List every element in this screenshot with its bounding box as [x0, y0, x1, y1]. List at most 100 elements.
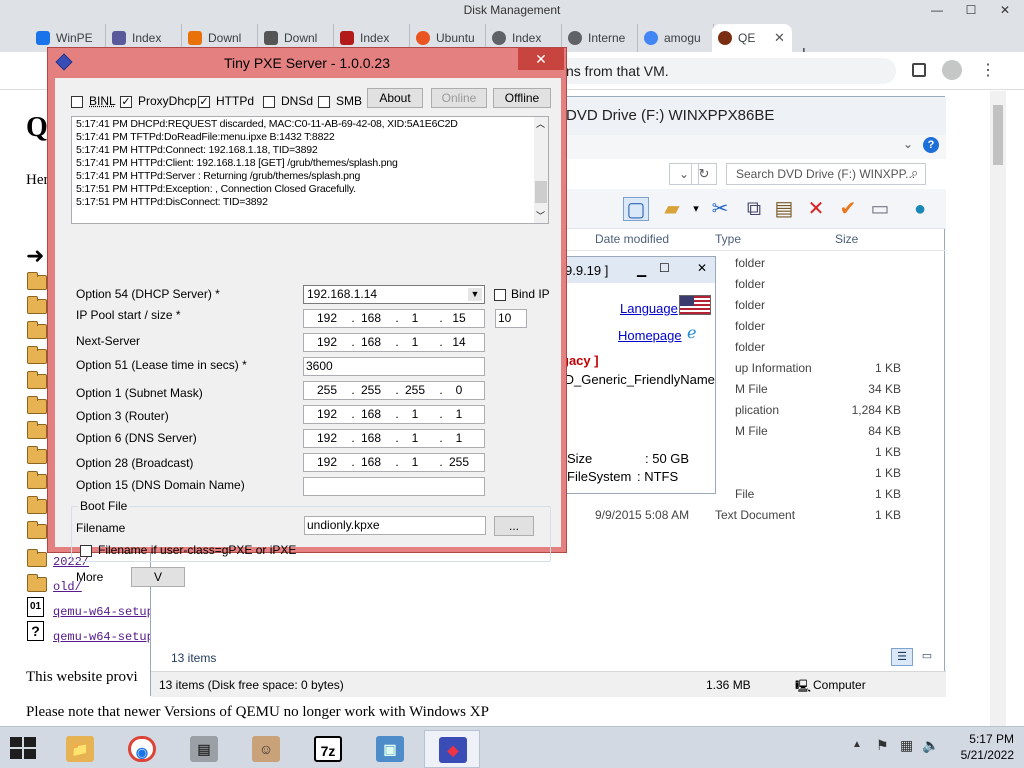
- filesystem-label: FileSystem: [567, 469, 632, 484]
- page-heading: Q: [26, 112, 48, 143]
- taskbar-tiny-pxe[interactable]: ◆: [424, 730, 480, 768]
- dnsd-checkbox[interactable]: [263, 96, 275, 108]
- column-size[interactable]: Size: [835, 232, 858, 246]
- details-view-icon[interactable]: ☰: [891, 648, 913, 666]
- paste-icon[interactable]: ▤: [771, 197, 797, 221]
- column-type[interactable]: Type: [715, 232, 741, 246]
- taskbar-support-tool[interactable]: ☺: [238, 730, 294, 768]
- help-icon[interactable]: ?: [923, 137, 939, 153]
- taskbar-image-viewer[interactable]: ▣: [362, 730, 418, 768]
- maximize-button[interactable]: ☐: [659, 261, 670, 275]
- log-line: 5:17:41 PM HTTPd:Client: 192.168.1.18 [G…: [76, 157, 398, 169]
- smb-checkbox[interactable]: [318, 96, 330, 108]
- binl-checkbox[interactable]: [71, 96, 83, 108]
- large-icons-view-icon[interactable]: ▭: [917, 648, 937, 666]
- chrome-title-bar[interactable]: Disk Management — ☐ ✕: [0, 0, 1024, 20]
- properties-folder-icon[interactable]: ▰: [659, 197, 685, 221]
- network-icon[interactable]: ▦: [900, 737, 913, 754]
- tab-google[interactable]: amogu: [638, 24, 714, 52]
- page-scrollbar[interactable]: [990, 91, 1006, 726]
- bind-ip-checkbox[interactable]: [494, 289, 506, 301]
- tab-internet[interactable]: Interne: [562, 24, 638, 52]
- close-tab-icon[interactable]: ✕: [774, 24, 785, 52]
- filesystem-value: : NTFS: [637, 469, 679, 484]
- offline-button[interactable]: Offline: [493, 88, 551, 108]
- minimize-button[interactable]: —: [920, 2, 954, 18]
- address-bar[interactable]: ns from that VM.: [540, 58, 896, 84]
- tool-dialog: 9.9.19 ] ▁ ☐ ✕ Language Homepage ℯ gacy …: [560, 256, 716, 494]
- file-link-qemu-setup-2[interactable]: qemu-w64-setup: [53, 630, 150, 644]
- taskbar-7zip[interactable]: 7z: [300, 730, 356, 768]
- scrollbar-thumb[interactable]: [535, 181, 547, 203]
- tiny-pxe-window: Tiny PXE Server - 1.0.0.23 ✕ BINL ✓ Prox…: [47, 47, 567, 587]
- delete-icon[interactable]: ✕: [803, 197, 829, 221]
- chevron-down-icon[interactable]: ▾: [683, 197, 709, 221]
- broadcast-input[interactable]: 192. 168. 1. 255: [303, 453, 485, 472]
- expand-ribbon-icon[interactable]: ⌄: [903, 137, 913, 151]
- tray-clock[interactable]: 5:17 PM 5/21/2022: [944, 732, 1014, 762]
- globe-icon: [492, 31, 506, 45]
- close-button[interactable]: ✕: [697, 261, 707, 275]
- menu-dots-icon[interactable]: ⋮: [980, 60, 996, 80]
- taskbar-drive-tool[interactable]: ▤: [176, 730, 232, 768]
- start-button[interactable]: [10, 737, 38, 759]
- dns-server-input[interactable]: 192. 168. 1. 1: [303, 429, 485, 448]
- proxydhcp-checkbox[interactable]: ✓: [120, 96, 132, 108]
- copy-icon[interactable]: ⧉: [741, 197, 767, 221]
- chevron-down-icon[interactable]: ▼: [468, 288, 482, 301]
- folder-icon: [27, 471, 47, 489]
- filename-input[interactable]: undionly.kpxe: [304, 516, 486, 535]
- checkmark-icon[interactable]: ✔: [835, 197, 861, 221]
- tab-qemu-active[interactable]: QE ✕: [712, 24, 792, 52]
- explorer-status-bar: 13 items (Disk free space: 0 bytes) 1.36…: [151, 671, 946, 697]
- layout-icon[interactable]: ▢: [623, 197, 649, 221]
- log-scrollbar[interactable]: ︿ ﹀: [534, 117, 548, 223]
- bind-ip-label: Bind IP: [511, 287, 550, 301]
- tool-dialog-title-bar[interactable]: 9.9.19 ] ▁ ☐ ✕: [561, 257, 715, 283]
- boot-file-group-label: Boot File: [78, 499, 130, 513]
- side-panel-icon[interactable]: [912, 63, 926, 77]
- ip-pool-start-input[interactable]: 192. 168. 1. 15: [303, 309, 485, 328]
- subnet-mask-input[interactable]: 255. 255. 255. 0: [303, 381, 485, 400]
- httpd-checkbox[interactable]: ✓: [198, 96, 210, 108]
- dns-domain-input[interactable]: [303, 477, 485, 496]
- taskbar-chrome[interactable]: ◉: [114, 730, 170, 768]
- close-button[interactable]: ✕: [988, 2, 1022, 18]
- smb-label: SMB: [336, 94, 363, 108]
- option54-value: 192.168.1.14: [307, 287, 378, 301]
- browse-button[interactable]: ...: [494, 516, 534, 536]
- next-server-input[interactable]: 192. 168. 1. 14: [303, 333, 485, 352]
- language-link[interactable]: Language: [620, 301, 678, 316]
- scroll-up-icon[interactable]: ︿: [536, 117, 545, 130]
- status-selection-size: 1.36 MB: [706, 678, 751, 692]
- gpxe-filename-checkbox[interactable]: [80, 545, 92, 557]
- about-button[interactable]: About: [367, 88, 423, 108]
- volume-muted-icon[interactable]: 🔈: [922, 737, 939, 754]
- router-input[interactable]: 192. 168. 1. 1: [303, 405, 485, 424]
- pxe-title-bar[interactable]: Tiny PXE Server - 1.0.0.23 ✕: [48, 48, 566, 78]
- more-toggle-button[interactable]: V: [131, 567, 185, 587]
- flag-notification-icon[interactable]: ⚑: [876, 737, 889, 754]
- rename-icon[interactable]: ▭: [867, 197, 893, 221]
- maximize-button[interactable]: ☐: [954, 2, 988, 18]
- refresh-icon[interactable]: ↻: [691, 163, 717, 185]
- online-button[interactable]: Online: [431, 88, 487, 108]
- scroll-down-icon[interactable]: ﹀: [536, 209, 545, 222]
- globe-icon[interactable]: ●: [907, 197, 933, 221]
- cut-icon[interactable]: ✂: [707, 197, 733, 221]
- file-link-qemu-setup[interactable]: qemu-w64-setup: [53, 605, 150, 619]
- show-hidden-icons-icon[interactable]: ▲: [852, 739, 862, 750]
- homepage-link[interactable]: Homepage: [618, 328, 682, 343]
- taskbar-file-explorer[interactable]: 📁: [52, 730, 108, 768]
- option54-select[interactable]: 192.168.1.14 ▼: [303, 285, 485, 304]
- lease-time-input[interactable]: 3600: [303, 357, 485, 376]
- pool-size-input[interactable]: 10: [495, 309, 527, 328]
- minimize-button[interactable]: ▁: [637, 263, 646, 277]
- explorer-search-input[interactable]: Search DVD Drive (F:) WINXPP...: [726, 163, 926, 185]
- tab-label: Ubuntu: [436, 31, 475, 45]
- scrollbar-thumb[interactable]: [993, 105, 1003, 165]
- column-date-modified[interactable]: Date modified: [595, 232, 669, 246]
- close-button[interactable]: ✕: [518, 48, 564, 70]
- log-listbox[interactable]: 5:17:41 PM DHCPd:REQUEST discarded, MAC:…: [71, 116, 549, 224]
- profile-avatar[interactable]: [942, 60, 962, 80]
